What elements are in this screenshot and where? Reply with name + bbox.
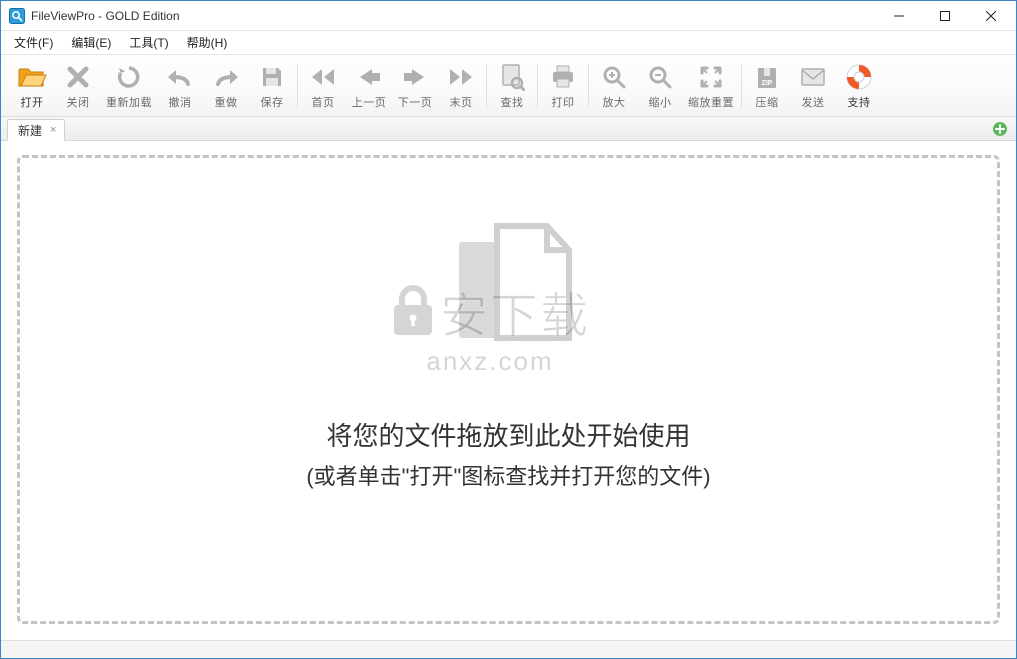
close-button[interactable] [968, 1, 1014, 30]
folder-open-icon [17, 62, 47, 92]
first-label: 首页 [312, 94, 335, 110]
app-window: FileViewPro - GOLD Edition 文件(F) 编辑(E) 工… [0, 0, 1017, 659]
save-label: 保存 [261, 94, 284, 110]
minimize-button[interactable] [876, 1, 922, 30]
next-page-button[interactable]: 下一页 [392, 58, 438, 114]
undo-label: 撤消 [169, 94, 192, 110]
next-icon [400, 62, 430, 92]
toolbar-separator [297, 64, 298, 108]
redo-icon [211, 62, 241, 92]
mail-icon [798, 62, 828, 92]
add-tab-button[interactable] [992, 121, 1008, 142]
zip-button[interactable]: ZIP 压缩 [744, 58, 790, 114]
dropzoneone[interactable]: 将您的文件拖放到此处开始使用 (或者单击"打开"图标查找并打开您的文件) [17, 155, 1000, 624]
reload-button[interactable]: 重新加载 [101, 58, 157, 114]
toolbar-separator [486, 64, 487, 108]
status-bar [1, 640, 1016, 658]
save-button[interactable]: 保存 [249, 58, 295, 114]
zoom-out-button[interactable]: 缩小 [637, 58, 683, 114]
toolbar-separator [588, 64, 589, 108]
open-button[interactable]: 打开 [9, 58, 55, 114]
tab-label: 新建 [18, 122, 42, 139]
menu-bar: 文件(F) 编辑(E) 工具(T) 帮助(H) [1, 31, 1016, 55]
last-label: 末页 [450, 94, 473, 110]
last-page-button[interactable]: 末页 [438, 58, 484, 114]
documents-icon [419, 208, 599, 388]
zoomreset-label: 缩放重置 [688, 94, 734, 110]
close-tab-button[interactable]: 关闭 [55, 58, 101, 114]
menu-tools[interactable]: 工具(T) [120, 32, 177, 53]
svg-text:ZIP: ZIP [762, 80, 773, 87]
close-label: 关闭 [67, 94, 90, 110]
maximize-button[interactable] [922, 1, 968, 30]
save-icon [257, 62, 287, 92]
zip-icon: ZIP [752, 62, 782, 92]
undo-button[interactable]: 撤消 [157, 58, 203, 114]
print-button[interactable]: 打印 [540, 58, 586, 114]
content-area: 将您的文件拖放到此处开始使用 (或者单击"打开"图标查找并打开您的文件) [1, 141, 1016, 640]
support-button[interactable]: 支持 [836, 58, 882, 114]
last-icon [446, 62, 476, 92]
tab-bar: 新建 × [1, 117, 1016, 141]
send-label: 发送 [802, 94, 825, 110]
print-icon [548, 62, 578, 92]
next-label: 下一页 [398, 94, 433, 110]
zoomout-label: 缩小 [649, 94, 672, 110]
find-button[interactable]: 查找 [489, 58, 535, 114]
print-label: 打印 [552, 94, 575, 110]
undo-icon [165, 62, 195, 92]
prev-page-button[interactable]: 上一页 [346, 58, 392, 114]
toolbar: 打开 关闭 重新加载 撤消 [1, 55, 1016, 117]
prev-label: 上一页 [352, 94, 387, 110]
redo-label: 重做 [215, 94, 238, 110]
app-icon [9, 8, 25, 24]
zoom-in-button[interactable]: 放大 [591, 58, 637, 114]
tab-new[interactable]: 新建 × [7, 119, 65, 141]
toolbar-separator [741, 64, 742, 108]
open-label: 打开 [21, 94, 44, 110]
zip-label: 压缩 [756, 94, 779, 110]
menu-edit[interactable]: 编辑(E) [62, 32, 120, 53]
support-label: 支持 [848, 94, 871, 110]
menu-file[interactable]: 文件(F) [5, 32, 62, 53]
zoomin-label: 放大 [603, 94, 626, 110]
prev-icon [354, 62, 384, 92]
search-doc-icon [497, 62, 527, 92]
zoom-reset-button[interactable]: 缩放重置 [683, 58, 739, 114]
refresh-icon [114, 62, 144, 92]
zoom-in-icon [599, 62, 629, 92]
drop-line2: (或者单击"打开"图标查找并打开您的文件) [306, 459, 710, 491]
x-icon [63, 62, 93, 92]
reload-label: 重新加载 [106, 94, 152, 110]
toolbar-separator [537, 64, 538, 108]
redo-button[interactable]: 重做 [203, 58, 249, 114]
drop-text: 将您的文件拖放到此处开始使用 (或者单击"打开"图标查找并打开您的文件) [306, 416, 710, 491]
send-button[interactable]: 发送 [790, 58, 836, 114]
zoom-reset-icon [696, 62, 726, 92]
tab-close-icon[interactable]: × [48, 124, 58, 136]
title-bar: FileViewPro - GOLD Edition [1, 1, 1016, 31]
first-icon [308, 62, 338, 92]
drop-line1: 将您的文件拖放到此处开始使用 [306, 416, 710, 453]
zoom-out-icon [645, 62, 675, 92]
menu-help[interactable]: 帮助(H) [178, 32, 237, 53]
lifering-icon [844, 62, 874, 92]
find-label: 查找 [501, 94, 524, 110]
first-page-button[interactable]: 首页 [300, 58, 346, 114]
window-title: FileViewPro - GOLD Edition [31, 9, 180, 23]
